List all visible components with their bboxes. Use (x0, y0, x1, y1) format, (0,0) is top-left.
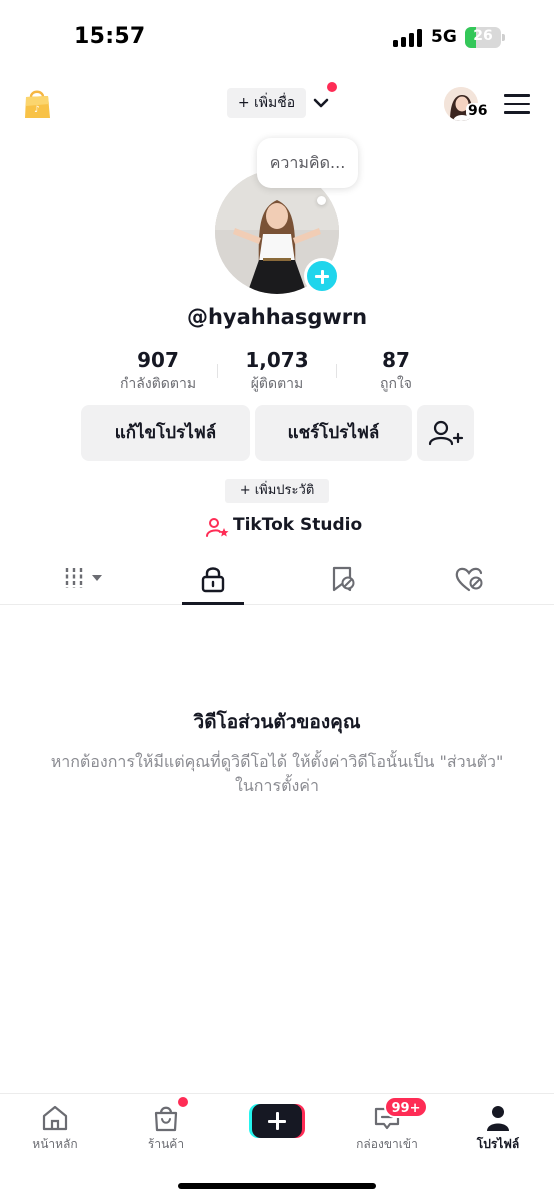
profile-tabs (0, 552, 554, 605)
nav-home[interactable]: หน้าหลัก (0, 1094, 110, 1164)
profile-person-icon (487, 1106, 509, 1131)
tab-favorites[interactable] (273, 552, 411, 604)
tab-liked[interactable] (400, 552, 538, 604)
username: @hyahhasgwrn (186, 305, 368, 329)
create-button[interactable] (249, 1104, 305, 1138)
add-user-icon (428, 420, 464, 446)
lock-icon (201, 567, 225, 593)
inbox-badge: 99+ (384, 1096, 428, 1118)
thought-bubble[interactable]: ความคิด... (257, 138, 358, 188)
nav-profile[interactable]: โปรไฟล์ (443, 1094, 553, 1164)
stat-divider (217, 364, 218, 378)
network-type: 5G (431, 27, 457, 47)
home-icon (42, 1105, 68, 1131)
edit-profile-button[interactable]: แก้ไขโปรไฟล์ (81, 405, 250, 461)
empty-state-description: หากต้องการให้มีแต่คุณที่ดูวิดีโอได้ ให้ต… (50, 752, 504, 795)
svg-text:♪: ♪ (34, 105, 40, 115)
active-tab-indicator (182, 602, 244, 605)
share-profile-button[interactable]: แชร์โปรไฟล์ (255, 405, 412, 461)
shop-bag-icon (154, 1106, 178, 1132)
chevron-down-icon[interactable] (311, 94, 331, 112)
add-bio-button[interactable]: + เพิ่มประวัติ (225, 479, 329, 503)
nav-shop[interactable]: ร้านค้า (111, 1094, 221, 1164)
thought-bubble-tail (317, 196, 326, 205)
battery-icon: 26 (465, 27, 505, 48)
status-bar: 15:57 5G 26 (0, 0, 554, 70)
notification-dot (327, 82, 337, 92)
shop-notification-dot (178, 1097, 188, 1107)
followers-label: ผู้ติดตาม (250, 376, 304, 392)
liked-heart-icon (455, 567, 483, 592)
tab-videos[interactable] (14, 552, 152, 604)
likes-count: 87 (382, 348, 410, 372)
status-time: 15:57 (74, 24, 146, 49)
friends-count: 96 (466, 103, 490, 119)
add-story-button[interactable] (304, 258, 340, 294)
followers-count: 1,073 (245, 348, 309, 372)
stat-divider (336, 364, 337, 378)
videos-grid-icon (65, 568, 102, 588)
empty-state-title: วิดีโอส่วนตัวของคุณ (193, 711, 361, 733)
following-count: 907 (137, 348, 179, 372)
plus-icon (252, 1104, 302, 1138)
stat-following[interactable]: 907 กำลังติดตาม (103, 346, 213, 394)
studio-label: TikTok Studio (233, 515, 363, 535)
following-label: กำลังติดตาม (119, 376, 197, 392)
hamburger-menu-icon[interactable] (504, 93, 530, 115)
home-indicator (178, 1183, 376, 1189)
cellular-signal-icon (393, 29, 423, 47)
likes-label: ถูกใจ (380, 376, 412, 392)
battery-level: 26 (473, 28, 493, 44)
nav-shop-label: ร้านค้า (147, 1137, 185, 1151)
studio-person-star-icon (206, 518, 229, 537)
nav-inbox-label: กล่องขาเข้า (356, 1137, 418, 1151)
nav-home-label: หน้าหลัก (32, 1137, 78, 1151)
add-friend-button[interactable] (417, 405, 474, 461)
add-name-button[interactable]: + เพิ่มชื่อ (227, 88, 306, 118)
nav-profile-label: โปรไฟล์ (476, 1137, 520, 1151)
shopping-bag-icon[interactable]: ♪ (22, 86, 52, 120)
stat-likes[interactable]: 87 ถูกใจ (341, 346, 451, 394)
stat-followers[interactable]: 1,073 ผู้ติดตาม (222, 346, 332, 394)
tab-private[interactable] (144, 552, 282, 604)
bookmark-icon (332, 566, 355, 592)
